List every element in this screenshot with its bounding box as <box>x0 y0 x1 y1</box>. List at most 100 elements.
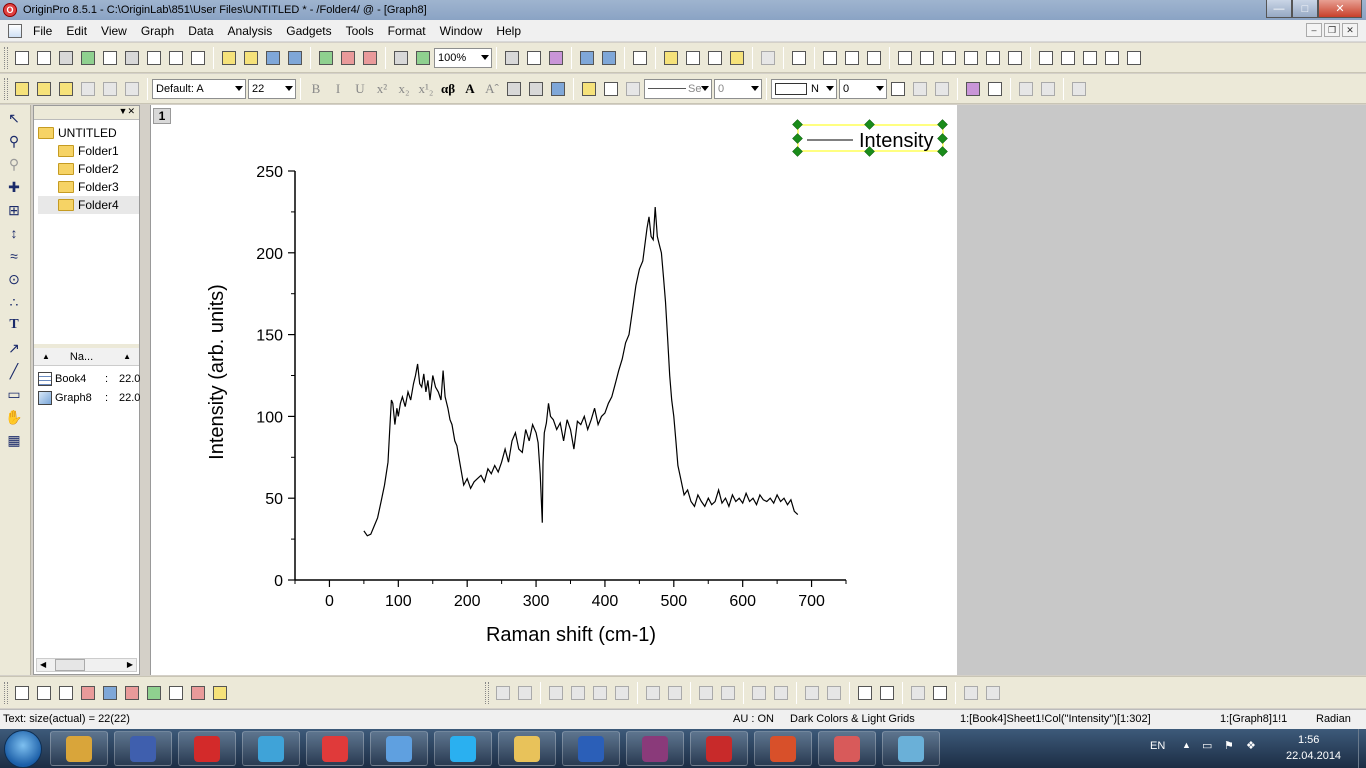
same-width-icon[interactable] <box>802 683 822 703</box>
font-size-select[interactable]: 22 <box>248 78 296 99</box>
taskbar-skype-button[interactable] <box>434 731 492 766</box>
matrix-icon[interactable] <box>590 683 610 703</box>
taskbar-notes-button[interactable] <box>882 731 940 766</box>
document-icon[interactable] <box>8 23 22 38</box>
results-log-icon[interactable] <box>661 48 681 68</box>
taskbar-origin-button[interactable] <box>818 731 876 766</box>
language-indicator[interactable]: EN <box>1150 740 1165 752</box>
contour-plot-icon[interactable] <box>100 683 120 703</box>
taskbar-save-button[interactable] <box>114 731 172 766</box>
tree-root[interactable]: UNTITLED <box>38 124 139 142</box>
legend-box[interactable]: Intensity <box>792 119 948 157</box>
add-folder-icon[interactable] <box>34 79 54 99</box>
graph-object-icon[interactable]: ▦ <box>4 430 24 450</box>
save-template-icon[interactable] <box>285 48 305 68</box>
data-reader-icon[interactable]: ✚ <box>4 177 24 197</box>
template-library-icon[interactable] <box>210 683 230 703</box>
folder-up-icon[interactable] <box>122 79 142 99</box>
pattern-select[interactable]: 0 <box>839 78 887 99</box>
open-folder-icon[interactable] <box>56 79 76 99</box>
taskbar-word-button[interactable] <box>562 731 620 766</box>
align-right-object-icon[interactable] <box>665 683 685 703</box>
column-plot-icon[interactable] <box>78 683 98 703</box>
new-graph-icon[interactable] <box>100 48 120 68</box>
layer-front-icon[interactable] <box>961 683 981 703</box>
align-left-icon[interactable] <box>504 79 524 99</box>
fill-select[interactable]: N <box>771 78 837 99</box>
minimize-button[interactable]: — <box>1266 0 1292 18</box>
new-excel-icon[interactable] <box>78 48 98 68</box>
tray-expand-icon[interactable]: ▲ <box>1182 740 1191 750</box>
script-window-icon[interactable] <box>683 48 703 68</box>
move-folder-icon[interactable] <box>12 79 32 99</box>
scatter-plot-icon[interactable] <box>34 683 54 703</box>
add-top-x-axis-icon[interactable] <box>917 48 937 68</box>
3d-plot-icon[interactable] <box>493 683 513 703</box>
recalculate-icon[interactable] <box>413 48 433 68</box>
region-icon[interactable]: ⊙ <box>4 269 24 289</box>
add-box-axes-icon[interactable] <box>961 48 981 68</box>
taskbar-chrome-button[interactable] <box>50 731 108 766</box>
copy-page-icon[interactable] <box>524 48 544 68</box>
line-tool-icon[interactable]: ╱ <box>4 361 24 381</box>
command-window-icon[interactable] <box>599 48 619 68</box>
fill-color-icon[interactable] <box>579 79 599 99</box>
align-left-object-icon[interactable] <box>643 683 663 703</box>
clock-time[interactable]: 1:56 <box>1298 734 1319 746</box>
toolbar-grip[interactable] <box>4 46 8 69</box>
export-page-icon[interactable] <box>546 48 566 68</box>
notes-window-icon[interactable] <box>705 48 725 68</box>
align-middle-object-icon[interactable] <box>771 683 791 703</box>
menu-edit[interactable]: Edit <box>59 24 94 38</box>
import-wizard-icon[interactable] <box>360 48 380 68</box>
add-color-scale-icon[interactable] <box>1080 48 1100 68</box>
mdi-restore-button[interactable]: ❐ <box>1324 23 1340 37</box>
toolbar-grip[interactable] <box>485 681 489 704</box>
maximize-button[interactable]: □ <box>1292 0 1318 18</box>
menu-format[interactable]: Format <box>381 24 433 38</box>
send-to-back-icon[interactable] <box>877 683 897 703</box>
data-selector-icon[interactable]: ↕ <box>4 223 24 243</box>
new-workbook-icon[interactable] <box>56 48 76 68</box>
start-button[interactable] <box>4 730 42 768</box>
align-top-object-icon[interactable] <box>696 683 716 703</box>
new-notes-icon[interactable] <box>188 48 208 68</box>
date-time-icon[interactable] <box>1102 48 1122 68</box>
menu-file[interactable]: File <box>26 24 59 38</box>
save-icon[interactable] <box>263 48 283 68</box>
align-center-object-icon[interactable] <box>749 683 769 703</box>
same-height-icon[interactable] <box>824 683 844 703</box>
rotate-icon[interactable] <box>546 683 566 703</box>
toolbar-grip[interactable] <box>4 681 8 704</box>
list-item[interactable]: Book4 : 22.0 <box>38 370 140 388</box>
font-select[interactable]: Default: A <box>152 78 246 99</box>
code-builder-icon[interactable] <box>577 48 597 68</box>
line-symbol-plot-icon[interactable] <box>56 683 76 703</box>
new-project-icon[interactable] <box>12 48 32 68</box>
taskbar-opera-button[interactable] <box>178 731 236 766</box>
greek-button[interactable]: αβ <box>438 79 458 99</box>
scroll-right-icon[interactable]: ▶ <box>127 660 133 669</box>
taskbar-explorer-button[interactable] <box>498 731 556 766</box>
project-explorer-icon[interactable] <box>630 48 650 68</box>
mdi-close-button[interactable]: ✕ <box>1342 23 1358 37</box>
supersubscript-button[interactable]: x¹₂ <box>416 79 436 99</box>
column-name-header[interactable]: Na... <box>70 351 93 363</box>
align-bottom-object-icon[interactable] <box>718 683 738 703</box>
3d-surface-icon[interactable] <box>515 683 535 703</box>
line-style-select[interactable]: Se <box>644 78 712 99</box>
rectangle-tool-icon[interactable]: ▭ <box>4 384 24 404</box>
scroll-left-icon[interactable]: ◀ <box>40 660 46 669</box>
line-plot-icon[interactable] <box>12 683 32 703</box>
font-color-icon[interactable] <box>548 79 568 99</box>
superscript-button[interactable]: x² <box>372 79 392 99</box>
line-color-icon[interactable] <box>601 79 621 99</box>
close-button[interactable]: ✕ <box>1318 0 1362 18</box>
hatch-pattern-icon[interactable] <box>888 79 908 99</box>
screen-reader-icon[interactable]: ⊞ <box>4 200 24 220</box>
zoom-select[interactable]: 100% <box>434 47 492 68</box>
draw-data-icon[interactable]: ≈ <box>4 246 24 266</box>
line-width-select[interactable]: 0 <box>714 78 762 99</box>
rescale-icon[interactable] <box>789 48 809 68</box>
menu-window[interactable]: Window <box>433 24 490 38</box>
